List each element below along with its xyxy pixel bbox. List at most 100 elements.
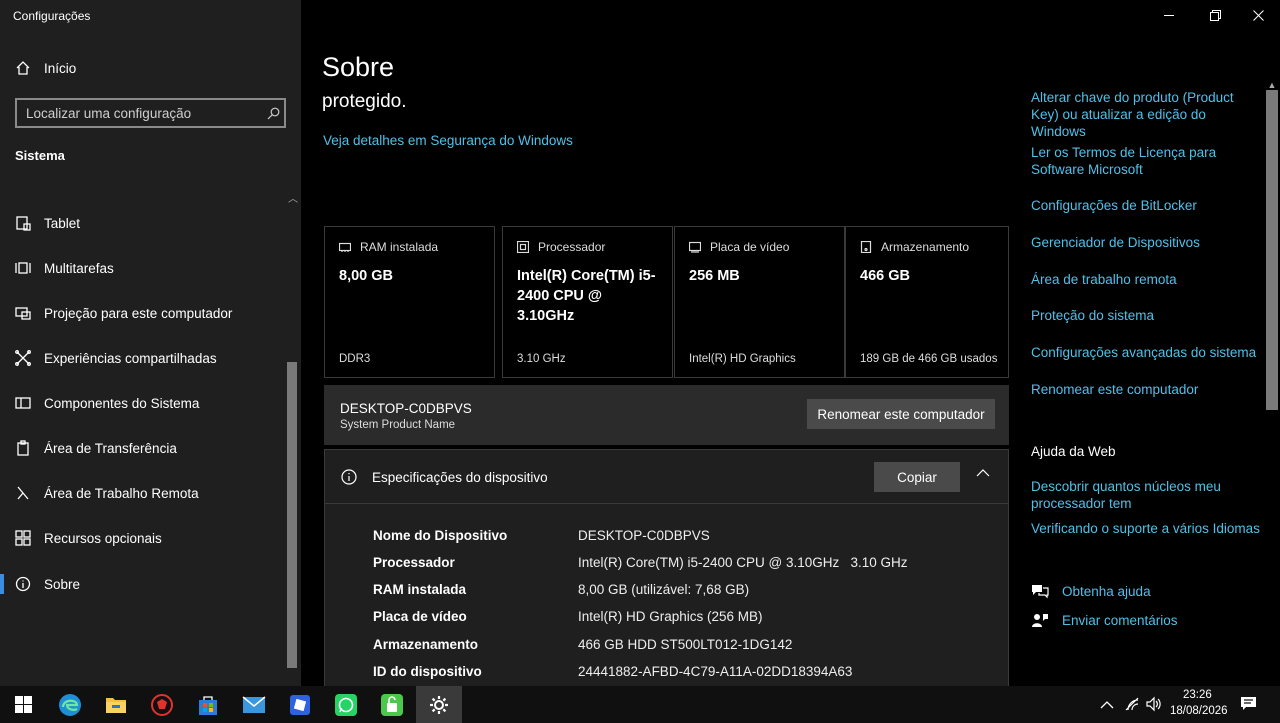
protection-status: protegido. bbox=[322, 91, 407, 112]
rename-computer-button[interactable]: Renomear este computador bbox=[807, 399, 995, 429]
sidebar-item-label: Tablet bbox=[44, 215, 81, 231]
spec-key: Armazenamento bbox=[373, 637, 479, 652]
maximize-button[interactable] bbox=[1193, 0, 1237, 30]
link-change-product-key[interactable]: Alterar chave do produto (Product Key) o… bbox=[1031, 89, 1263, 140]
spec-key: RAM instalada bbox=[373, 582, 467, 597]
spec-key: Processador bbox=[373, 555, 455, 570]
red-app-icon bbox=[151, 693, 173, 716]
spec-value: Intel(R) HD Graphics (256 MB) bbox=[578, 609, 763, 624]
minimize-icon bbox=[1163, 14, 1174, 16]
store-icon bbox=[199, 695, 217, 715]
taskbar-file-explorer[interactable] bbox=[93, 686, 139, 723]
sidebar-item-multitasking[interactable]: Multitarefas bbox=[0, 248, 287, 288]
sidebar-item-components[interactable]: Componentes do Sistema bbox=[0, 383, 287, 423]
card-ram: RAM instalada 8,00 GB DDR3 bbox=[324, 226, 495, 378]
link-remote-desktop[interactable]: Área de trabalho remota bbox=[1031, 271, 1263, 288]
security-details-link[interactable]: Veja detalhes em Segurança do Windows bbox=[323, 133, 573, 148]
sidebar-item-about[interactable]: Sobre bbox=[0, 564, 287, 604]
clock-time[interactable]: 23:26 bbox=[1183, 689, 1212, 701]
link-license-terms[interactable]: Ler os Termos de Licença para Software M… bbox=[1031, 144, 1263, 178]
link-device-manager[interactable]: Gerenciador de Dispositivos bbox=[1031, 234, 1263, 251]
gear-icon bbox=[430, 695, 448, 714]
sidebar-item-remote[interactable]: Área de Trabalho Remota bbox=[0, 473, 287, 513]
sidebar-item-optional-features[interactable]: Recursos opcionais bbox=[0, 518, 287, 558]
feedback-icon bbox=[1031, 612, 1049, 628]
main-content: Sobre protegido. Veja detalhes em Segura… bbox=[301, 0, 1280, 686]
link-system-protection[interactable]: Proteção do sistema bbox=[1031, 307, 1263, 324]
taskbar-store[interactable] bbox=[185, 686, 231, 723]
device-name: DESKTOP-C0DBPVS bbox=[340, 401, 472, 416]
info-icon bbox=[341, 469, 357, 485]
processor-icon bbox=[517, 241, 529, 253]
card-sub: DDR3 bbox=[339, 353, 371, 365]
minimize-button[interactable] bbox=[1147, 0, 1191, 30]
link-cores-help[interactable]: Descobrir quantos núcleos meu processado… bbox=[1031, 478, 1263, 512]
link-language-support[interactable]: Verificando o suporte a vários Idiomas bbox=[1031, 520, 1263, 537]
info-icon bbox=[15, 576, 31, 592]
sidebar-scrollbar[interactable] bbox=[287, 362, 297, 668]
get-help-link[interactable]: Obtenha ajuda bbox=[1031, 583, 1151, 599]
device-specs-header[interactable]: Especificações do dispositivo Copiar bbox=[325, 450, 1008, 504]
right-scrollbar[interactable] bbox=[1266, 90, 1278, 410]
taskbar-app-red[interactable] bbox=[139, 686, 185, 723]
graphics-card-icon bbox=[689, 241, 701, 253]
notifications-icon[interactable] bbox=[1240, 696, 1257, 717]
device-product-name: System Product Name bbox=[340, 419, 456, 431]
card-sub: 3.10 GHz bbox=[517, 353, 566, 365]
card-value: 466 GB bbox=[860, 268, 910, 284]
link-rename-computer[interactable]: Renomear este computador bbox=[1031, 381, 1263, 398]
restore-icon bbox=[1209, 9, 1221, 21]
sidebar-item-label: Projeção para este computador bbox=[44, 305, 233, 321]
wifi-icon[interactable] bbox=[1124, 696, 1140, 717]
storage-icon bbox=[860, 241, 872, 253]
sidebar-item-clipboard[interactable]: Área de Transferência bbox=[0, 428, 287, 468]
spec-key: ID do dispositivo bbox=[373, 664, 482, 679]
taskbar-whatsapp[interactable] bbox=[323, 686, 369, 723]
whatsapp-icon bbox=[335, 693, 357, 716]
taskbar-mail[interactable] bbox=[231, 686, 277, 723]
taskbar-app-blue[interactable] bbox=[277, 686, 323, 723]
components-icon bbox=[15, 395, 31, 411]
device-specs-title: Especificações do dispositivo bbox=[372, 470, 548, 485]
search-input[interactable] bbox=[17, 100, 262, 126]
ram-icon bbox=[339, 242, 351, 252]
right-scroll-up-icon[interactable]: ▲ bbox=[1266, 80, 1278, 90]
taskbar-settings[interactable] bbox=[416, 686, 462, 723]
sidebar-item-shared[interactable]: Experiências compartilhadas bbox=[0, 338, 287, 378]
tray-chevron-up-icon[interactable] bbox=[1100, 697, 1114, 715]
windows-logo-icon bbox=[14, 696, 32, 713]
feedback-link[interactable]: Enviar comentários bbox=[1031, 612, 1178, 628]
link-advanced-settings[interactable]: Configurações avançadas do sistema bbox=[1031, 344, 1263, 361]
device-name-bar: DESKTOP-C0DBPVS System Product Name Reno… bbox=[324, 385, 1009, 445]
start-button[interactable] bbox=[0, 686, 46, 723]
section-label: Sistema bbox=[15, 148, 65, 163]
green-app-icon bbox=[381, 693, 403, 716]
taskbar-app-green[interactable] bbox=[369, 686, 415, 723]
help-chat-icon bbox=[1031, 583, 1049, 599]
mail-icon bbox=[242, 695, 266, 713]
chevron-up-icon[interactable] bbox=[976, 468, 990, 478]
search-box[interactable] bbox=[15, 98, 286, 128]
sidebar-item-label: Experiências compartilhadas bbox=[44, 350, 217, 366]
sidebar-item-home[interactable]: Início bbox=[0, 48, 287, 88]
close-button[interactable] bbox=[1236, 0, 1280, 30]
card-sub: Intel(R) HD Graphics bbox=[689, 353, 796, 365]
volume-icon[interactable] bbox=[1146, 696, 1162, 717]
card-value: Intel(R) Core(TM) i5-2400 CPU @ 3.10GHz bbox=[517, 268, 656, 324]
sidebar-item-projection[interactable]: Projeção para este computador bbox=[0, 293, 287, 333]
taskbar-edge[interactable] bbox=[47, 686, 93, 723]
blue-app-icon bbox=[290, 694, 310, 715]
edge-icon bbox=[59, 693, 81, 716]
folder-icon bbox=[106, 697, 126, 713]
card-processor: Processador Intel(R) Core(TM) i5-2400 CP… bbox=[502, 226, 673, 378]
device-specs-panel: Especificações do dispositivo Copiar Nom… bbox=[324, 449, 1009, 686]
link-bitlocker[interactable]: Configurações de BitLocker bbox=[1031, 197, 1263, 214]
app-title: Configurações bbox=[13, 9, 91, 23]
sidebar-item-label: Recursos opcionais bbox=[44, 530, 162, 546]
sidebar-scroll-up-icon[interactable]: ︿ bbox=[287, 190, 299, 205]
copy-button[interactable]: Copiar bbox=[874, 462, 960, 492]
sidebar-item-tablet[interactable]: Tablet bbox=[0, 203, 287, 243]
search-icon[interactable] bbox=[262, 107, 284, 120]
clock-date[interactable]: 18/08/2026 bbox=[1170, 705, 1228, 717]
card-value: 8,00 GB bbox=[339, 268, 393, 284]
